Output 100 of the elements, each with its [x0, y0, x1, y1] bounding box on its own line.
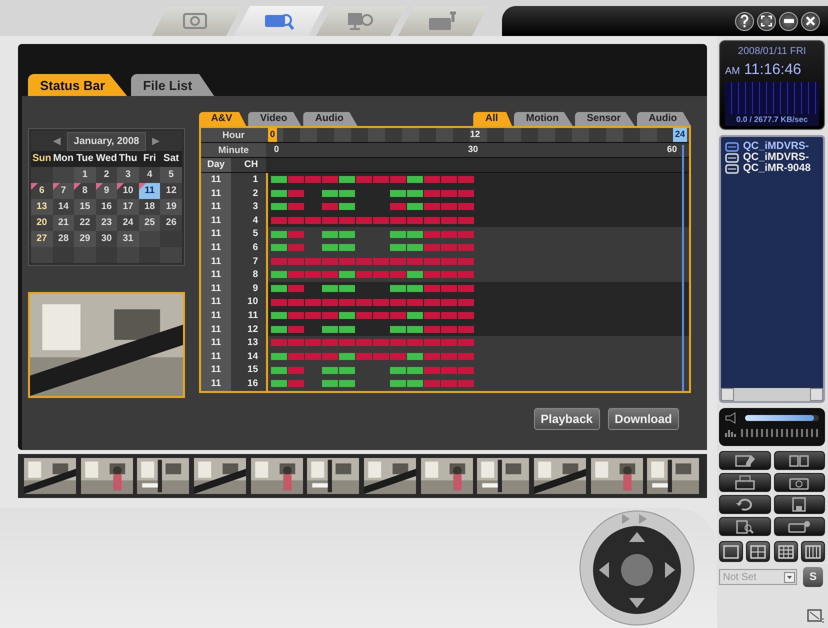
calendar-day[interactable]: 17	[117, 199, 139, 215]
close-button[interactable]	[801, 12, 820, 30]
calendar-day[interactable]: 23	[96, 215, 118, 231]
layout-button[interactable]	[746, 541, 770, 562]
next-month-button[interactable]: ▶	[152, 134, 160, 148]
calendar-day[interactable]: 26	[160, 215, 182, 231]
calendar-blank-cell	[52, 167, 74, 183]
device-icon	[725, 164, 739, 174]
minimize-button[interactable]	[779, 12, 798, 30]
channel-cell: 1	[231, 173, 266, 187]
panel-tab[interactable]: Status Bar	[28, 74, 128, 96]
tool-button[interactable]	[719, 451, 770, 470]
layout-button[interactable]	[800, 541, 825, 562]
weekday-label: Wed	[96, 151, 118, 167]
filter-tab[interactable]: Audio	[303, 112, 358, 126]
device-icon	[725, 142, 739, 152]
calendar-day[interactable]: 21	[52, 215, 74, 231]
filter-tab[interactable]: Video	[248, 112, 302, 126]
calendar-day[interactable]: 7	[52, 183, 74, 199]
device-icon	[725, 152, 739, 162]
channel-cell: 8	[231, 268, 266, 282]
calendar-day[interactable]: 31	[117, 231, 139, 247]
channel-cell: 5	[231, 227, 266, 241]
filter-tab[interactable]: Sensor	[574, 112, 635, 126]
calendar-day[interactable]: 10	[117, 183, 139, 199]
fullscreen-button[interactable]	[757, 12, 776, 30]
mode-tab[interactable]	[234, 6, 324, 36]
calendar-day[interactable]: 9	[96, 183, 118, 199]
calendar-day[interactable]: 5	[160, 167, 182, 183]
calendar-day[interactable]: 6	[31, 183, 53, 199]
filter-tab[interactable]: All	[473, 112, 512, 126]
calendar-day[interactable]: 20	[31, 215, 53, 231]
calendar-day[interactable]: 13	[31, 199, 53, 215]
tool-button[interactable]	[719, 473, 770, 492]
column-view-icon	[804, 544, 822, 560]
filter-tab[interactable]: A&V	[199, 112, 246, 126]
calendar-day[interactable]: 30	[96, 231, 118, 247]
calendar-day[interactable]: 11	[138, 183, 160, 199]
action-button[interactable]: Playback	[534, 408, 600, 430]
month-title: January, 2008	[66, 132, 146, 150]
calendar-day[interactable]: 8	[74, 183, 96, 199]
calendar-day[interactable]: 28	[52, 231, 74, 247]
day-cell: 11	[201, 186, 231, 200]
day-cell: 11	[201, 322, 231, 336]
tool-button[interactable]	[774, 495, 825, 514]
calendar-day[interactable]: 15	[74, 199, 96, 215]
calendar-blank-cell	[74, 247, 96, 263]
nine-view-icon	[776, 544, 795, 560]
calendar-day[interactable]: 19	[160, 199, 182, 215]
device-item[interactable]: QC_iMDVRS-	[725, 141, 821, 152]
layout-button[interactable]	[774, 541, 798, 562]
resize-grip-icon[interactable]	[807, 608, 825, 624]
tool-button[interactable]	[719, 495, 770, 514]
mode-tab[interactable]	[152, 6, 242, 36]
calendar-day[interactable]: 4	[138, 167, 160, 183]
calendar-day[interactable]: 29	[74, 231, 96, 247]
filter-tab[interactable]: Audio	[636, 112, 691, 126]
mode-tab[interactable]	[398, 6, 488, 36]
channel-cell: 3	[231, 200, 266, 214]
weekday-label: Sun	[31, 151, 53, 167]
tool-button[interactable]	[774, 473, 825, 492]
calendar-day[interactable]: 22	[74, 215, 96, 231]
set-button[interactable]: S	[803, 567, 823, 587]
hour-mark: 24	[672, 128, 687, 142]
minute-mark: 30	[468, 143, 478, 156]
channel-cell: 15	[231, 363, 266, 377]
calendar-day[interactable]: 3	[117, 167, 139, 183]
scrollbar[interactable]	[721, 388, 823, 401]
tool-button[interactable]	[774, 517, 825, 536]
panel-tab[interactable]: File List	[131, 74, 214, 96]
calendar-day[interactable]: 27	[31, 231, 53, 247]
day-cell: 11	[201, 336, 231, 350]
tool-button[interactable]	[774, 451, 825, 470]
device-item[interactable]: QC_iMR-9048	[725, 163, 821, 174]
layout-button[interactable]	[719, 541, 743, 562]
weekday-label: Fri	[138, 151, 160, 167]
device-item[interactable]: QC_iMDVRS-	[725, 152, 821, 163]
tool-button[interactable]	[719, 517, 770, 536]
calendar-day[interactable]: 16	[96, 199, 118, 215]
help-button[interactable]	[735, 12, 754, 30]
calendar-day[interactable]: 2	[96, 167, 118, 183]
calendar-day[interactable]: 18	[138, 199, 160, 215]
transfer-rate: 0.0 / 2677.7 KB/sec	[725, 114, 819, 126]
calendar-day[interactable]: 24	[117, 215, 139, 231]
calendar-blank-cell	[96, 247, 118, 263]
previous-month-button[interactable]: ◀	[52, 134, 61, 148]
calendar-day[interactable]: 14	[52, 199, 74, 215]
weekday-label: Tue	[74, 151, 96, 167]
calendar-blank-cell	[52, 247, 74, 263]
day-cell: 11	[201, 200, 231, 214]
calendar-day[interactable]: 25	[138, 215, 160, 231]
action-button[interactable]: Download	[608, 408, 679, 430]
mode-tab[interactable]	[316, 6, 406, 36]
filter-tab[interactable]: Motion	[514, 112, 573, 126]
calendar-day[interactable]: 1	[74, 167, 96, 183]
calendar-day[interactable]: 12	[160, 183, 182, 199]
calendar-blank-cell	[31, 247, 53, 263]
channel-cell: 16	[231, 376, 266, 390]
direction-pad-drawing[interactable]	[577, 508, 697, 626]
channel-cell: 7	[231, 254, 266, 268]
